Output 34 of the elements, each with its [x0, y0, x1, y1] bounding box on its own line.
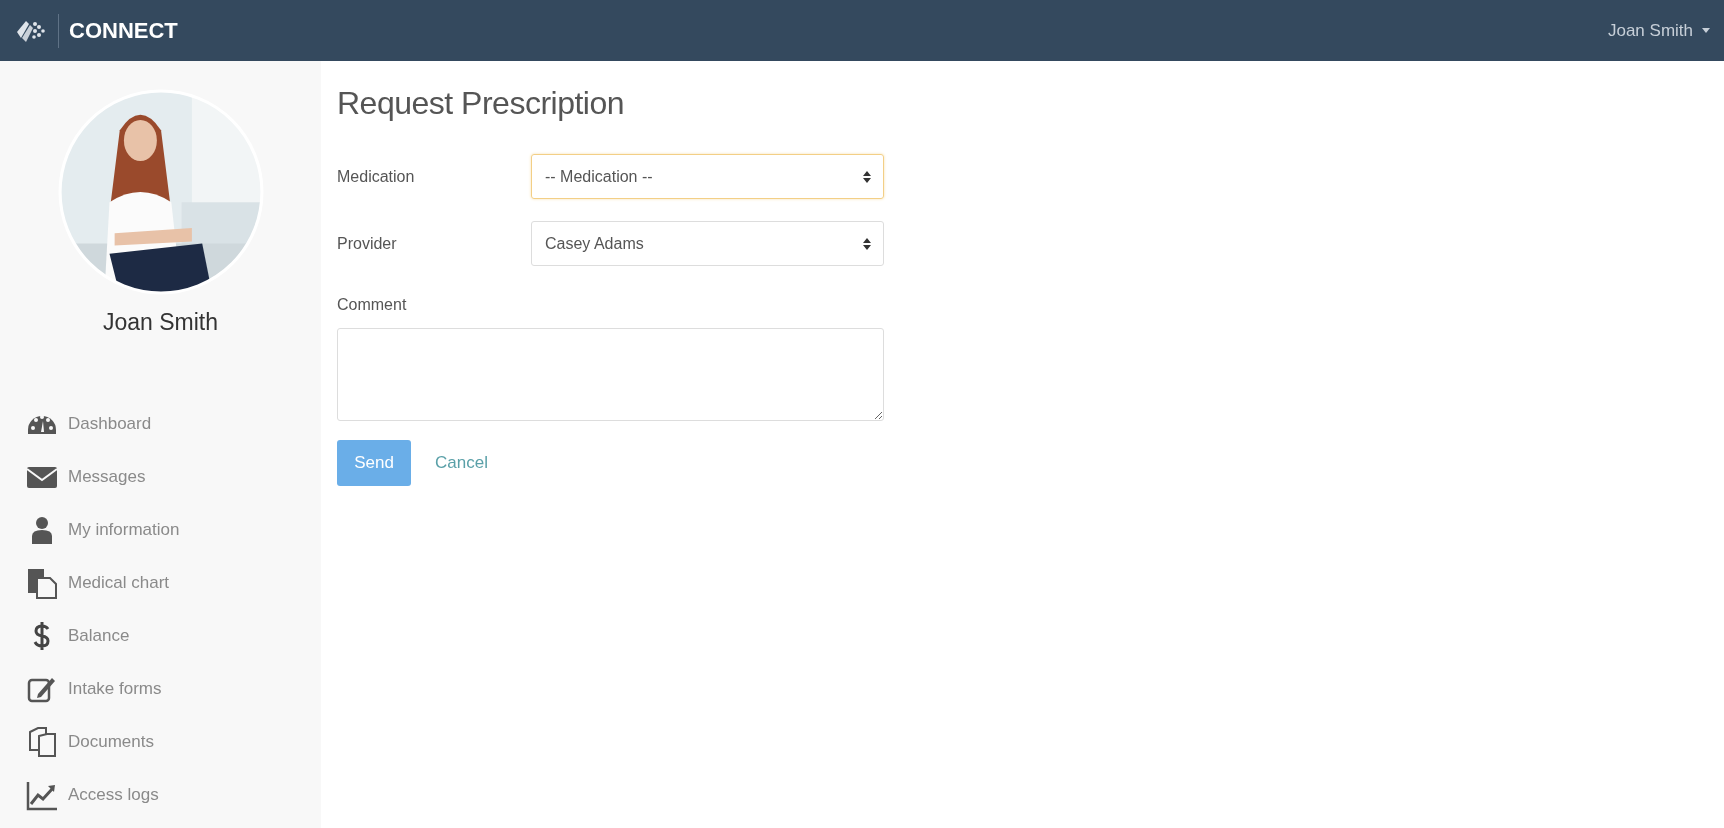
documents-icon — [26, 567, 58, 599]
page-title: Request Prescription — [337, 85, 626, 122]
sidebar-item[interactable]: Medical chart — [26, 567, 321, 599]
select-field[interactable]: -- Medication -- — [531, 154, 884, 199]
sidebar-item[interactable]: Access logs — [26, 779, 321, 811]
brand-name: CONNECT — [69, 17, 178, 44]
sidebar-item-label: Balance — [68, 626, 130, 646]
user-menu[interactable]: Joan Smith — [1607, 20, 1710, 41]
sort-icon — [863, 237, 871, 250]
caret-icon — [1702, 28, 1710, 33]
cancel-link[interactable]: Cancel — [435, 453, 488, 473]
sidebar-item-label: Intake forms — [68, 679, 162, 699]
sort-icon — [863, 170, 871, 183]
sidebar-item-label: Medical chart — [68, 573, 170, 593]
field-label: Provider — [337, 234, 398, 253]
field-label: Medication — [337, 167, 416, 186]
sidebar-item-label: My information — [68, 520, 180, 540]
sidebar-item[interactable]: Intake forms — [26, 673, 321, 705]
field-label: Comment — [337, 296, 408, 314]
copy-icon — [26, 726, 58, 758]
sidebar-item[interactable]: Documents — [26, 726, 321, 758]
sidebar-item[interactable]: Dashboard — [26, 408, 321, 440]
sidebar-item-label: Dashboard — [68, 414, 152, 434]
sidebar-item-label: Access logs — [68, 785, 159, 805]
sidebar-item-label: Messages — [68, 467, 146, 487]
sidebar-item-label: Documents — [68, 732, 154, 752]
chart-line-icon — [26, 779, 58, 811]
select-field[interactable]: Casey Adams — [531, 221, 884, 266]
send-button[interactable]: Send — [337, 440, 411, 486]
profile-name: Joan Smith — [102, 309, 219, 336]
sidebar-item[interactable]: My information — [26, 514, 321, 546]
sidebar-item[interactable]: Messages — [26, 461, 321, 493]
sidebar-item[interactable]: Balance — [26, 620, 321, 652]
comment-field[interactable] — [337, 328, 884, 421]
